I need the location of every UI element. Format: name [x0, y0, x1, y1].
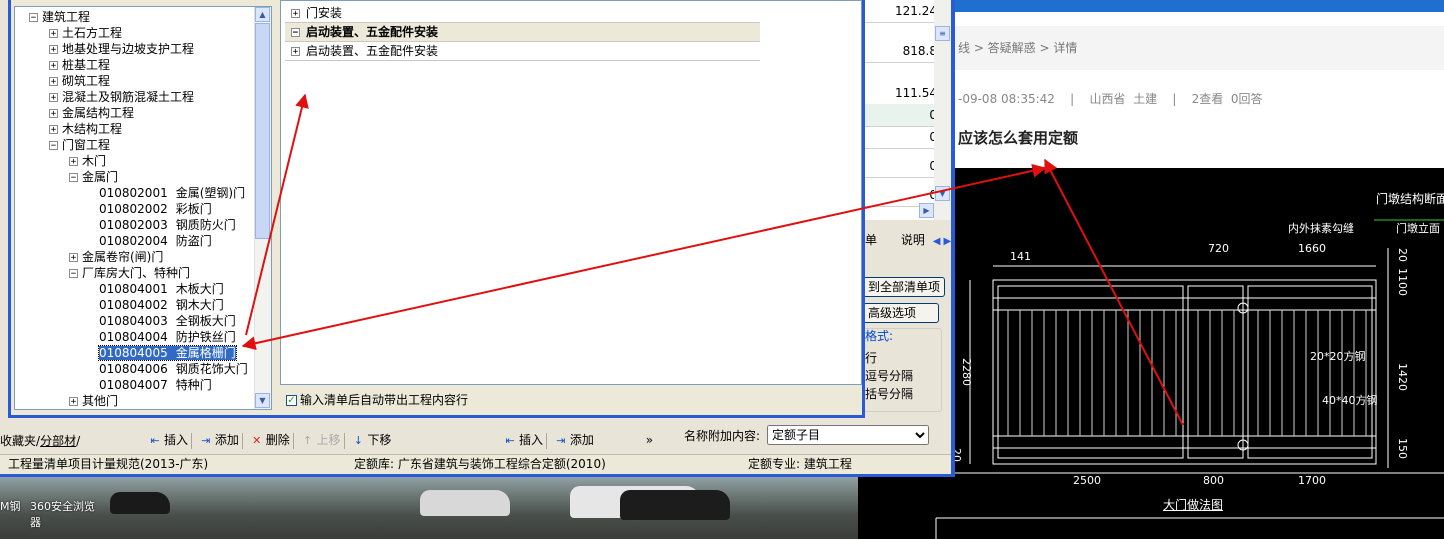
annotation-arrow [241, 163, 1047, 351]
annotation-arrow [245, 93, 309, 336]
annotation-arrows [241, 93, 1184, 426]
annotation-arrow [1044, 158, 1184, 426]
